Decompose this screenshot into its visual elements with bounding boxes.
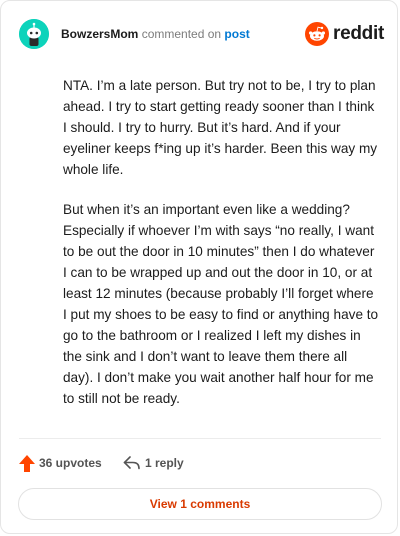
reddit-logo-icon xyxy=(305,22,329,46)
divider xyxy=(19,438,381,439)
reply-count[interactable]: 1 reply xyxy=(145,456,184,470)
reply-arrow-icon[interactable] xyxy=(123,455,141,471)
comment-body: NTA. I’m a late person. But try not to b… xyxy=(63,75,379,428)
snoo-avatar-icon xyxy=(19,19,49,49)
post-link[interactable]: post xyxy=(224,27,249,41)
view-comments-button[interactable]: View 1 comments xyxy=(18,488,382,520)
reddit-wordmark: reddit xyxy=(333,23,384,44)
avatar[interactable] xyxy=(19,19,49,49)
comment-header: BowzersMom commented on post reddit xyxy=(19,19,384,49)
upvote-count: 36 upvotes xyxy=(39,456,102,470)
reddit-brand[interactable]: reddit xyxy=(305,22,384,46)
comment-paragraph-1: NTA. I’m a late person. But try not to b… xyxy=(63,78,378,177)
comment-paragraph-2: But when it’s an important even like a w… xyxy=(63,202,379,406)
username-link[interactable]: BowzersMom xyxy=(61,27,138,41)
action-text: commented on xyxy=(141,27,222,41)
comment-card: BowzersMom commented on post reddit NTA.… xyxy=(0,0,398,534)
comment-meta: BowzersMom commented on post xyxy=(61,26,250,42)
upvote-arrow-icon[interactable] xyxy=(19,455,35,472)
